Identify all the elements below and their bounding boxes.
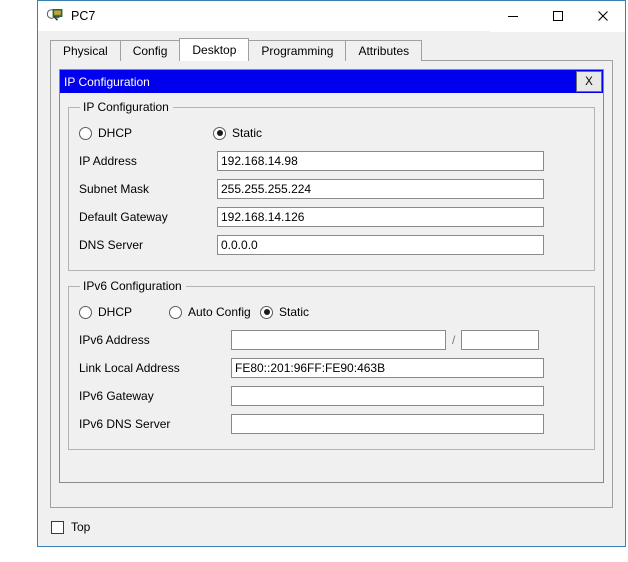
window-titlebar: PC7 <box>38 0 625 32</box>
ipv6-mode-static-label: Static <box>279 305 310 319</box>
top-checkbox-label: Top <box>71 520 91 534</box>
maximize-button[interactable] <box>535 0 580 32</box>
ipv6-mode-dhcp-label: DHCP <box>98 305 133 319</box>
ipv6-mode-static[interactable]: Static <box>260 305 309 319</box>
ipv6-address-label: IPv6 Address <box>79 333 150 347</box>
ipv6-address-input[interactable] <box>231 330 446 350</box>
ipv4-ip-address-row: IP Address <box>79 148 584 174</box>
checkbox-unchecked-icon <box>51 520 64 534</box>
ipv4-ip-address-input[interactable] <box>217 151 544 171</box>
ipv4-mode-dhcp[interactable]: DHCP <box>79 126 213 140</box>
ipv4-mode-radio-row: DHCP Static <box>79 120 584 146</box>
ipv6-mode-dhcp[interactable]: DHCP <box>79 305 169 319</box>
ip-configuration-dialog: IP Configuration X IP Configuration DHCP <box>59 69 604 483</box>
ipv6-mode-auto-config[interactable]: Auto Config <box>169 305 260 319</box>
radio-unselected-icon <box>79 126 92 140</box>
ipv4-default-gateway-row: Default Gateway <box>79 204 584 230</box>
minimize-button[interactable] <box>490 0 535 32</box>
dialog-title: IP Configuration <box>64 74 150 89</box>
tab-physical[interactable]: Physical <box>50 40 121 61</box>
ipv6-gateway-input[interactable] <box>231 386 544 406</box>
ipv6-dns-server-label: IPv6 DNS Server <box>79 417 171 431</box>
ipv6-prefix-length-input[interactable] <box>461 330 540 350</box>
ipv6-configuration-group: IPv6 Configuration DHCP Auto Config Stat… <box>68 279 595 450</box>
pc-device-window: PC7 Physical Config Desktop Programming … <box>37 0 626 547</box>
ipv4-ip-address-label: IP Address <box>79 154 137 168</box>
ipv4-group-legend: IP Configuration <box>83 100 169 114</box>
ipv4-configuration-group: IP Configuration DHCP Static IP Address <box>68 100 595 271</box>
ipv4-dns-server-row: DNS Server <box>79 232 584 258</box>
tab-strip: Physical Config Desktop Programming Attr… <box>38 38 625 61</box>
ipv4-subnet-mask-label: Subnet Mask <box>79 182 150 196</box>
ipv6-dns-server-row: IPv6 DNS Server <box>79 411 584 437</box>
ipv4-subnet-mask-row: Subnet Mask <box>79 176 584 202</box>
ipv6-prefix-separator: / <box>452 333 456 347</box>
ipv4-default-gateway-input[interactable] <box>217 207 544 227</box>
ipv4-mode-dhcp-label: DHCP <box>98 126 133 140</box>
tab-attributes[interactable]: Attributes <box>345 40 423 61</box>
window-bottom-bar: Top <box>38 508 625 546</box>
ipv4-dns-server-input[interactable] <box>217 235 544 255</box>
window-title: PC7 <box>71 8 96 23</box>
window-controls <box>490 0 625 32</box>
radio-unselected-icon <box>169 305 182 319</box>
tab-desktop[interactable]: Desktop <box>179 38 250 61</box>
ipv6-address-row: IPv6 Address / <box>79 327 584 353</box>
ipv6-link-local-address-row: Link Local Address <box>79 355 584 381</box>
radio-unselected-icon <box>79 305 92 319</box>
tab-config[interactable]: Config <box>119 40 181 61</box>
packet-tracer-pc-icon <box>46 7 64 25</box>
ipv4-mode-static[interactable]: Static <box>213 126 262 140</box>
dialog-body: IP Configuration DHCP Static IP Address <box>60 93 603 482</box>
radio-selected-icon <box>213 126 226 140</box>
dialog-titlebar: IP Configuration X <box>60 70 603 93</box>
desktop-tab-panel: IP Configuration X IP Configuration DHCP <box>50 60 613 508</box>
ipv6-link-local-address-label: Link Local Address <box>79 361 180 375</box>
ipv4-default-gateway-label: Default Gateway <box>79 210 168 224</box>
ipv4-subnet-mask-input[interactable] <box>217 179 544 199</box>
close-button[interactable] <box>580 0 625 32</box>
ipv6-dns-server-input[interactable] <box>231 414 544 434</box>
ipv6-gateway-label: IPv6 Gateway <box>79 389 154 403</box>
ipv6-mode-radio-row: DHCP Auto Config Static <box>79 299 584 325</box>
ipv4-mode-static-label: Static <box>232 126 263 140</box>
top-checkbox[interactable]: Top <box>51 520 90 534</box>
dialog-close-button[interactable]: X <box>576 71 602 92</box>
radio-selected-icon <box>260 305 273 319</box>
ipv6-group-legend: IPv6 Configuration <box>83 279 182 293</box>
ipv6-mode-auto-config-label: Auto Config <box>188 305 251 319</box>
tab-programming[interactable]: Programming <box>248 40 347 61</box>
ipv4-dns-server-label: DNS Server <box>79 238 144 252</box>
ipv6-gateway-row: IPv6 Gateway <box>79 383 584 409</box>
ipv6-link-local-address-input[interactable] <box>231 358 544 378</box>
